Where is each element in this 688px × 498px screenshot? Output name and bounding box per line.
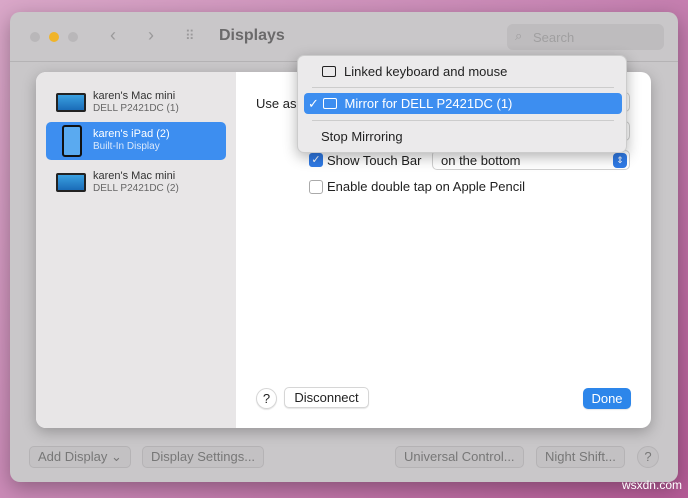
search-input[interactable]: ⌕ Search [507, 24, 664, 50]
use-as-menu: Linked keyboard and mouse ✓ Mirror for D… [297, 55, 627, 153]
display-item[interactable]: karen's Mac mini DELL P2421DC (1) [46, 84, 226, 122]
menu-item-mirror[interactable]: ✓ Mirror for DELL P2421DC (1) [304, 93, 622, 114]
checkmark-icon: ✓ [308, 96, 319, 111]
minimize-button[interactable] [49, 32, 59, 42]
double-tap-label: Enable double tap on Apple Pencil [327, 179, 526, 194]
monitor-icon [56, 173, 86, 192]
airplay-icon [322, 98, 337, 109]
zoom-button[interactable] [68, 32, 78, 42]
display-item[interactable]: karen's Mac mini DELL P2421DC (2) [46, 164, 226, 202]
menu-item-linked-keyboard[interactable]: Linked keyboard and mouse [304, 61, 622, 82]
close-button[interactable] [30, 32, 40, 42]
disconnect-button[interactable]: Disconnect [284, 387, 369, 408]
forward-icon[interactable]: › [148, 25, 154, 46]
airplay-icon [322, 66, 336, 77]
display-list: karen's Mac mini DELL P2421DC (1) karen'… [36, 72, 236, 428]
watermark: wsxdn.com [621, 478, 682, 492]
grid-icon[interactable]: ⠿ [185, 28, 195, 44]
menu-separator [312, 120, 614, 121]
add-display-button[interactable]: Add Display ⌄ [29, 446, 131, 468]
show-touch-bar-checkbox[interactable]: ✓ [309, 153, 323, 167]
menu-item-stop-mirroring[interactable]: Stop Mirroring [304, 126, 622, 147]
use-as-label: Use as [256, 96, 297, 111]
monitor-icon [56, 93, 86, 112]
ipad-icon [62, 125, 82, 157]
universal-control-button[interactable]: Universal Control... [395, 446, 524, 468]
display-item-selected[interactable]: karen's iPad (2) Built-In Display [46, 122, 226, 160]
help-button[interactable]: ? [256, 388, 277, 409]
night-shift-button[interactable]: Night Shift... [536, 446, 625, 468]
window-title: Displays [219, 27, 285, 44]
done-button[interactable]: Done [583, 388, 631, 409]
menu-separator [312, 87, 614, 88]
back-icon[interactable]: ‹ [110, 25, 116, 46]
search-icon: ⌕ [515, 28, 523, 43]
display-settings-button[interactable]: Display Settings... [142, 446, 265, 468]
show-touch-bar-label: Show Touch Bar [327, 153, 422, 168]
double-tap-checkbox[interactable] [309, 180, 323, 194]
touch-bar-position-popup[interactable]: on the bottom ⇕ [432, 150, 630, 170]
help-button[interactable]: ? [637, 446, 659, 468]
